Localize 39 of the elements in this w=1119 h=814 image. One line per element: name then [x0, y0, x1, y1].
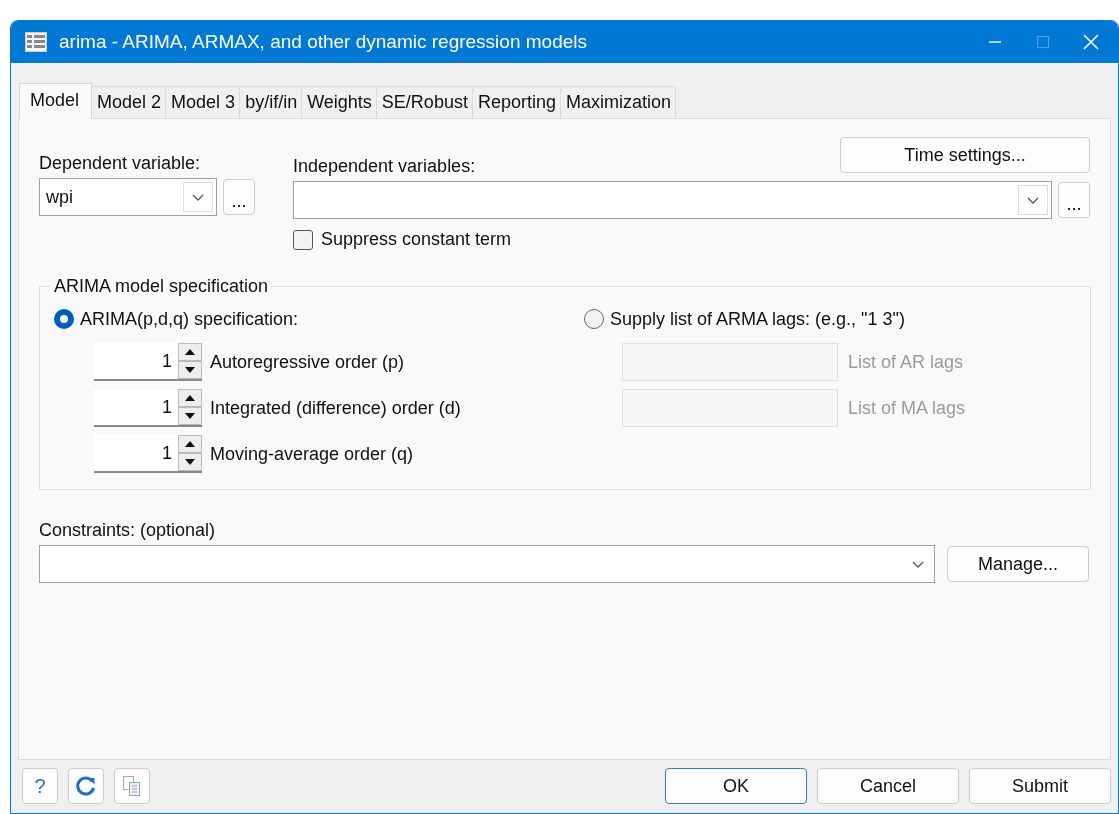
independent-variables-combo[interactable]	[293, 181, 1052, 219]
radio-button[interactable]	[54, 309, 74, 329]
manage-button[interactable]: Manage...	[947, 546, 1089, 582]
tab[interactable]: Maximization	[559, 86, 676, 118]
dialog-button[interactable]: Submit	[969, 768, 1111, 804]
field-label: Constraints: (optional)	[39, 520, 217, 541]
order-label: Autoregressive order (p)	[210, 351, 405, 373]
dialog-button[interactable]: Cancel	[817, 768, 959, 804]
checkbox[interactable]	[293, 229, 313, 250]
field-label: Independent variables:	[293, 156, 476, 177]
lag-list-label: List of MA lags	[848, 397, 966, 419]
table-icon	[25, 32, 47, 52]
radio-button[interactable]	[584, 309, 604, 329]
spinner-arrows-icon[interactable]	[178, 435, 202, 471]
browse-button[interactable]: ...	[223, 179, 255, 215]
refresh-icon	[75, 775, 97, 797]
order-label: Moving-average order (q)	[210, 443, 414, 465]
group-title: ARIMA model specification	[53, 276, 270, 297]
dependent-variable-combo[interactable]: wpi	[39, 178, 217, 216]
reset-button[interactable]	[68, 768, 104, 804]
radio-label: ARIMA(p,d,q) specification:	[80, 308, 299, 330]
spinner-arrows-icon[interactable]	[178, 389, 202, 425]
window-title: arima - ARIMA, ARMAX, and other dynamic regression models	[59, 31, 588, 53]
spinner-field[interactable]: 1	[94, 435, 202, 473]
time-settings-button[interactable]: Time settings...	[840, 137, 1090, 173]
spinner-field[interactable]: 1	[94, 343, 202, 381]
radio-label: Supply list of ARMA lags: (e.g., "1 3")	[610, 308, 905, 330]
lag-list-label: List of AR lags	[848, 351, 964, 373]
browse-button[interactable]: ...	[1058, 182, 1090, 218]
order-label: Integrated (difference) order (d)	[210, 397, 461, 419]
dialog-button[interactable]: OK	[665, 768, 807, 804]
spinner-field[interactable]: 1	[94, 389, 202, 427]
field-label: Dependent variable:	[39, 153, 202, 174]
checkbox-label: Suppress constant term	[321, 229, 512, 250]
help-button[interactable]: ?	[22, 768, 58, 804]
copy-icon	[122, 775, 142, 797]
spinner-arrows-icon[interactable]	[178, 343, 202, 379]
copy-button[interactable]	[114, 768, 150, 804]
tab[interactable]: Model	[19, 83, 93, 119]
